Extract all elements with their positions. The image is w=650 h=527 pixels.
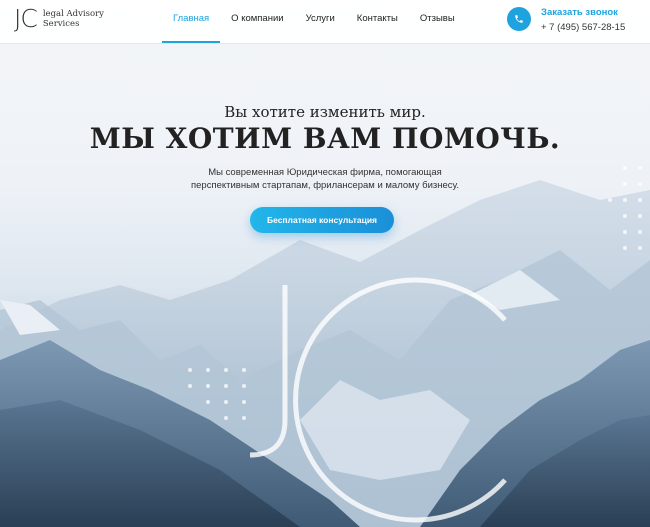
phone-icon bbox=[515, 15, 523, 23]
mountains-illustration bbox=[0, 166, 650, 527]
callback-block: Заказать звонок + 7 (495) 567-28-15 bbox=[541, 7, 625, 33]
call-button[interactable] bbox=[507, 7, 531, 31]
logo[interactable]: JC legal Advisory Services bbox=[14, 4, 113, 33]
phone-number[interactable]: + 7 (495) 567-28-15 bbox=[541, 22, 625, 33]
nav-item-reviews[interactable]: Отзывы bbox=[409, 0, 466, 43]
hero-background bbox=[0, 0, 650, 527]
nav-item-about[interactable]: О компании bbox=[220, 0, 294, 43]
nav-item-contacts[interactable]: Контакты bbox=[346, 0, 409, 43]
site-header: JC legal Advisory Services Главная О ком… bbox=[0, 0, 650, 44]
free-consultation-button[interactable]: Бесплатная консультация bbox=[250, 207, 394, 233]
main-nav: Главная О компании Услуги Контакты Отзыв… bbox=[162, 0, 466, 43]
hero-description: Мы современная Юридическая фирма, помога… bbox=[190, 167, 459, 191]
nav-item-services[interactable]: Услуги bbox=[295, 0, 346, 43]
logo-text: legal Advisory Services bbox=[42, 8, 104, 29]
hero-title: МЫ ХОТИМ ВАМ ПОМОЧЬ. bbox=[89, 122, 561, 155]
nav-item-home[interactable]: Главная bbox=[162, 0, 221, 43]
callback-link[interactable]: Заказать звонок bbox=[541, 7, 625, 18]
logo-mark: JC bbox=[14, 4, 38, 33]
hero-subtitle: Вы хотите изменить мир. bbox=[224, 103, 426, 121]
